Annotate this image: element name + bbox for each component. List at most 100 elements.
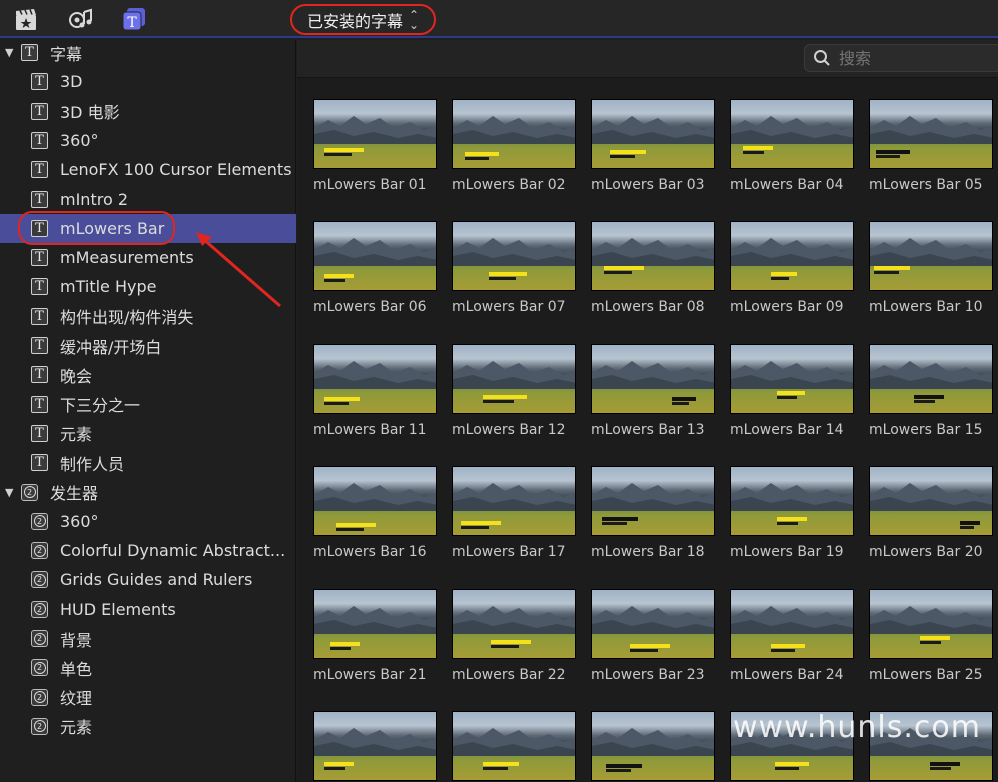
sidebar-item[interactable]: TmLowers Bar	[0, 213, 296, 243]
lower-third-bar	[324, 148, 364, 152]
disclosure-triangle-icon[interactable]: ▼	[5, 486, 13, 499]
mountain-graphic	[731, 116, 853, 144]
title-thumbnail[interactable]	[869, 344, 993, 414]
title-thumbnail[interactable]	[730, 466, 854, 536]
sidebar-item[interactable]: T 3D	[0, 67, 296, 96]
title-thumbnail[interactable]	[591, 711, 715, 781]
sidebar-item[interactable]: T 360°	[0, 126, 296, 155]
sidebar-item[interactable]: TmIntro 2	[0, 185, 296, 214]
title-thumbnail[interactable]	[591, 99, 715, 169]
sidebar-group-0[interactable]: ▼ T 字幕	[0, 38, 296, 67]
sidebar-item[interactable]: 2 纹理	[0, 683, 296, 712]
title-thumbnail[interactable]	[313, 466, 437, 536]
title-tile[interactable]: mLowers Bar 21	[313, 589, 437, 683]
title-thumbnail[interactable]	[313, 344, 437, 414]
disclosure-triangle-icon[interactable]: ▼	[5, 46, 13, 59]
title-tile[interactable]: mLowers Bar 14	[730, 344, 854, 438]
sidebar-item[interactable]: T 缓冲器/开场白	[0, 331, 296, 360]
title-tile[interactable]: mLowers Bar 23	[591, 589, 715, 683]
title-tile[interactable]: mLowers Bar 25	[869, 589, 993, 683]
title-thumbnail[interactable]	[730, 344, 854, 414]
lower-third-subbar	[324, 402, 349, 405]
library-dropdown[interactable]: 已安装的字幕 ⌃ ⌄	[290, 4, 436, 35]
title-thumbnail[interactable]	[591, 344, 715, 414]
title-tile[interactable]: mLowers Bar 22	[452, 589, 576, 683]
sidebar-item[interactable]: T LenoFX 100 Cursor Elements	[0, 155, 296, 184]
title-thumbnail[interactable]	[591, 589, 715, 659]
title-thumbnail[interactable]	[591, 466, 715, 536]
mountain-graphic	[592, 361, 714, 389]
title-tile[interactable]: mLowers Bar 16	[313, 466, 437, 560]
title-thumbnail[interactable]	[730, 221, 854, 291]
sidebar-item[interactable]: 2 HUD Elements	[0, 595, 296, 624]
sidebar-item[interactable]: 2 单色	[0, 653, 296, 682]
title-thumbnail[interactable]	[452, 711, 576, 781]
title-tile[interactable]: mLowers Bar 07	[452, 221, 576, 315]
title-thumbnail[interactable]	[452, 221, 576, 291]
mountain-graphic	[592, 238, 714, 266]
title-tile[interactable]: mLowers Bar 17	[452, 466, 576, 560]
search-bar	[297, 40, 998, 78]
title-thumbnail[interactable]	[869, 466, 993, 536]
title-tile[interactable]: mLowers Bar 13	[591, 344, 715, 438]
sidebar-item[interactable]: 2 360°	[0, 507, 296, 536]
title-caption: mLowers Bar 04	[730, 177, 844, 193]
sidebar-item-label: 缓冲器/开场白	[60, 337, 162, 357]
search-input[interactable]	[839, 48, 989, 68]
title-thumbnail[interactable]	[313, 99, 437, 169]
title-tile[interactable]: mLowers Bar 15	[869, 344, 993, 438]
sidebar-item-label: 元素	[60, 425, 93, 445]
title-thumbnail[interactable]	[730, 589, 854, 659]
title-thumbnail[interactable]	[869, 589, 993, 659]
titles-icon[interactable]: T	[121, 6, 147, 32]
sidebar-item[interactable]: T 下三分之一	[0, 390, 296, 419]
title-thumbnail[interactable]	[591, 221, 715, 291]
sidebar-group-1[interactable]: ▼ 2 发生器	[0, 478, 296, 507]
title-tile[interactable]	[452, 711, 576, 782]
title-thumbnail[interactable]	[452, 344, 576, 414]
sidebar-item[interactable]: T 元素	[0, 419, 296, 448]
clapper-star-icon[interactable]	[13, 6, 39, 32]
title-thumbnail[interactable]	[452, 589, 576, 659]
title-tile[interactable]: mLowers Bar 03	[591, 99, 715, 193]
sidebar-item[interactable]: 2 Colorful Dynamic Abstract...	[0, 536, 296, 565]
title-tile[interactable]: mLowers Bar 12	[452, 344, 576, 438]
sidebar-item[interactable]: 2 元素	[0, 712, 296, 741]
sidebar-item[interactable]: T 晚会	[0, 360, 296, 389]
title-tile[interactable]: mLowers Bar 08	[591, 221, 715, 315]
title-tile[interactable]: mLowers Bar 01	[313, 99, 437, 193]
title-tile[interactable]: mLowers Bar 02	[452, 99, 576, 193]
title-thumbnail[interactable]	[452, 466, 576, 536]
title-tile[interactable]: mLowers Bar 20	[869, 466, 993, 560]
search-field[interactable]	[804, 44, 998, 72]
title-tile[interactable]: mLowers Bar 11	[313, 344, 437, 438]
title-tile[interactable]: mLowers Bar 19	[730, 466, 854, 560]
title-thumbnail[interactable]	[869, 99, 993, 169]
sidebar-item[interactable]: TmTitle Hype	[0, 272, 296, 301]
title-tile[interactable]: mLowers Bar 18	[591, 466, 715, 560]
title-tile[interactable]: mLowers Bar 04	[730, 99, 854, 193]
sidebar-item[interactable]: T 构件出现/构件消失	[0, 302, 296, 331]
sidebar-item[interactable]: T 3D 电影	[0, 97, 296, 126]
title-tile[interactable]: mLowers Bar 24	[730, 589, 854, 683]
title-thumbnail[interactable]	[313, 589, 437, 659]
title-caption: mLowers Bar 11	[313, 422, 427, 438]
title-thumbnail[interactable]	[869, 221, 993, 291]
lower-third-subbar	[606, 769, 631, 772]
title-tile[interactable]: mLowers Bar 05	[869, 99, 993, 193]
sidebar-item[interactable]: TmMeasurements	[0, 243, 296, 272]
music-camera-icon[interactable]	[68, 6, 94, 32]
title-thumbnail[interactable]	[452, 99, 576, 169]
title-caption: mLowers Bar 18	[591, 544, 705, 560]
title-tile[interactable]: mLowers Bar 09	[730, 221, 854, 315]
title-tile[interactable]: mLowers Bar 06	[313, 221, 437, 315]
sidebar-item[interactable]: 2 背景	[0, 624, 296, 653]
sidebar-item[interactable]: T 制作人员	[0, 448, 296, 477]
title-tile[interactable]	[591, 711, 715, 782]
title-tile[interactable]	[313, 711, 437, 782]
title-thumbnail[interactable]	[313, 711, 437, 781]
title-thumbnail[interactable]	[730, 99, 854, 169]
sidebar-item[interactable]: 2 Grids Guides and Rulers	[0, 565, 296, 594]
title-tile[interactable]: mLowers Bar 10	[869, 221, 993, 315]
title-thumbnail[interactable]	[313, 221, 437, 291]
